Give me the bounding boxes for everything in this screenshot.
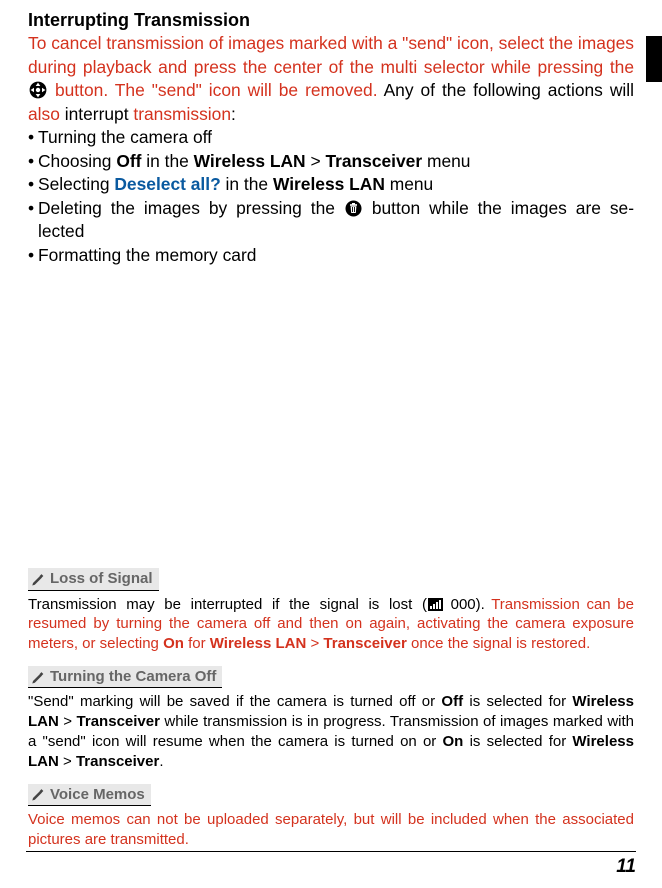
bold-off: Off [116,151,141,171]
t: > [306,151,326,171]
bullet-dot: • [28,173,38,196]
t: > [306,635,323,652]
list-item: • Turning the camera off [28,126,634,149]
t: Transmission may be interrupted if the s… [28,596,427,613]
note-body-turning: "Send" marking will be saved if the came… [28,692,634,771]
intro-transmission: transmission [133,104,231,124]
bold-on: On [443,733,464,750]
bold-trx: Transceiver [325,151,422,171]
intro-text-c: Any of the following actions will [378,80,634,100]
t: is selected for [463,693,572,710]
signal-icon [428,598,443,611]
bullet-dot: • [28,150,38,173]
t: . [159,753,163,770]
t: in the [141,151,193,171]
page-number: 11 [616,856,636,878]
bold-trx: Transceiver [76,753,159,770]
intro-paragraph: To cancel transmission of images marked … [28,32,634,126]
pencil-icon [31,787,45,801]
list-item: • Formatting the memory card [28,244,634,267]
bullet-list: • Turning the camera off • Choosing Off … [28,126,634,267]
bold-wlan: Wireless LAN [194,151,306,171]
note-title-label: Loss of Signal [50,569,153,589]
t: is selected for [463,733,572,750]
bullet-text: Turning the camera off [38,126,634,149]
bold-deselect: Deselect all? [114,174,220,194]
note-title-loss: Loss of Signal [28,568,159,591]
t: menu [422,151,470,171]
list-item: • Choosing Off in the Wireless LAN > Tra… [28,150,634,173]
intro-also: also [28,104,60,124]
footer-rule [26,851,636,852]
bold-trx: Transceiver [77,713,160,730]
note-body-voice: Voice memos can not be uploaded separate… [28,810,634,850]
intro-text-a: To cancel transmission of images marked … [28,33,634,76]
note-title-turning: Turning the Camera Off [28,666,222,689]
t: menu [385,174,433,194]
bullet-dot: • [28,244,38,267]
note-title-label: Turning the Camera Off [50,667,216,687]
note-body-loss: Transmission may be interrupted if the s… [28,595,634,654]
list-item: • Deleting the images by pressing the bu… [28,197,634,244]
bold-on: On [163,635,184,652]
section-heading: Interrupting Transmission [28,8,634,32]
bold-wlan: Wireless LAN [210,635,307,652]
notes-section: Loss of Signal Transmission may be inter… [28,568,634,862]
list-item: • Selecting Deselect all? in the Wireles… [28,173,634,196]
bold-trx: Transceiver [323,635,406,652]
bullet-dot: • [28,197,38,244]
bold-wlan: Wireless LAN [273,174,385,194]
intro-text-e: : [231,104,236,124]
intro-text-d: interrupt [60,104,133,124]
bold-off: Off [441,693,463,710]
note-title-voice: Voice Memos [28,784,151,807]
bullet-text: Formatting the memory card [38,244,634,267]
t: Deleting the images by pressing the [38,198,344,218]
t: for [184,635,210,652]
bullet-text: Choosing Off in the Wireless LAN > Trans… [38,150,634,173]
t: Choosing [38,151,116,171]
t: once the signal is restored. [407,635,590,652]
pencil-icon [31,572,45,586]
note-title-label: Voice Memos [50,785,145,805]
t: Selecting [38,174,114,194]
intro-text-b: button. The "send" icon will be removed. [48,80,378,100]
trash-icon [345,200,362,217]
t: 000). [444,596,491,613]
multi-selector-icon [29,81,47,99]
t: "Send" marking will be saved if the came… [28,693,441,710]
t: > [59,753,76,770]
section-tab [646,36,662,82]
pencil-icon [31,670,45,684]
t: in the [221,174,273,194]
bullet-text: Deleting the images by pressing the butt… [38,197,634,244]
bullet-dot: • [28,126,38,149]
t: > [59,713,77,730]
bullet-text: Selecting Deselect all? in the Wireless … [38,173,634,196]
